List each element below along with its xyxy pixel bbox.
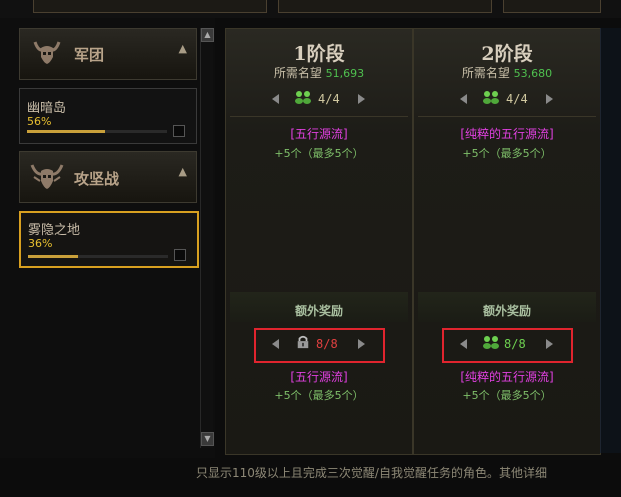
prev-arrow-icon[interactable] xyxy=(272,94,279,104)
highlight-box xyxy=(442,328,573,363)
required-fame: 所需名望 51,693 xyxy=(226,64,412,81)
group-title: 军团 xyxy=(74,46,105,64)
collapse-caret-icon[interactable]: ▲ xyxy=(179,165,187,178)
top-cell xyxy=(503,0,601,13)
required-fame: 所需名望 53,680 xyxy=(414,64,600,81)
progress-fill xyxy=(28,255,79,258)
top-cell xyxy=(33,0,267,13)
collapse-caret-icon[interactable]: ▲ xyxy=(179,42,187,55)
stage-title: 1阶段 xyxy=(293,43,345,65)
dungeon-name: 幽暗岛 xyxy=(27,101,67,116)
required-fame-label: 所需名望 xyxy=(273,66,322,80)
required-fame-value: 53,680 xyxy=(513,67,553,80)
party-count: 4/4 xyxy=(506,92,528,106)
extra-reward-name: [纯粹的五行源流] xyxy=(460,370,554,384)
dungeon-item-selected[interactable]: 雾隐之地 36% xyxy=(19,211,199,268)
extra-reward-label: 额外奖励 xyxy=(482,304,531,318)
required-fame-value: 51,693 xyxy=(325,67,365,80)
next-arrow-icon[interactable] xyxy=(546,94,553,104)
top-strip xyxy=(0,0,621,18)
next-arrow-icon[interactable] xyxy=(358,94,365,104)
horned-skull-icon xyxy=(33,41,61,64)
progress-percent: 56% xyxy=(27,115,52,128)
reward-name: [纯粹的五行源流] xyxy=(460,127,554,141)
dungeon-list-panel: 军团 ▲ 幽暗岛 56% 攻坚战 ▲ 雾隐之地 36% xyxy=(0,18,215,458)
list-scrollbar[interactable]: ▲ ▼ xyxy=(200,28,214,448)
footer: 只显示110级以上且完成三次觉醒/自我觉醒任务的角色。其他详细 xyxy=(0,463,621,497)
select-checkbox[interactable] xyxy=(174,249,186,261)
select-checkbox[interactable] xyxy=(173,125,185,137)
progress-percent: 36% xyxy=(28,237,53,250)
required-fame-label: 所需名望 xyxy=(461,66,510,80)
reward-quantity: +5个（最多5个） xyxy=(462,147,552,160)
winged-skull-icon xyxy=(30,164,64,189)
group-title: 攻坚战 xyxy=(74,170,120,188)
extra-reward-quantity: +5个（最多5个） xyxy=(274,389,364,402)
progress-fill xyxy=(27,130,106,133)
highlight-box xyxy=(254,328,385,363)
prev-arrow-icon[interactable] xyxy=(460,94,467,104)
map-preview-edge xyxy=(600,28,621,453)
party-count-pager: 4/4 xyxy=(460,89,556,111)
top-cell xyxy=(278,0,492,13)
divider xyxy=(230,116,408,117)
reward-quantity: +5个（最多5个） xyxy=(274,147,364,160)
party-members-icon xyxy=(483,91,499,104)
divider xyxy=(418,116,596,117)
party-count: 4/4 xyxy=(318,92,340,106)
dungeon-item[interactable]: 幽暗岛 56% xyxy=(19,88,197,144)
dungeon-name: 雾隐之地 xyxy=(28,223,81,238)
group-header-siege[interactable]: 攻坚战 ▲ xyxy=(19,151,197,203)
party-members-icon xyxy=(295,91,311,104)
stage-column: 2阶段 所需名望 53,680 4/4 [纯粹的五行源流] +5个（最多5个） … xyxy=(413,28,601,455)
extra-reward-label: 额外奖励 xyxy=(294,304,343,318)
stage-column: 1阶段 所需名望 51,693 4/4 [五行源流] +5个（最多5个） 额外奖… xyxy=(225,28,413,455)
progress-bar xyxy=(28,255,168,258)
reward-name: [五行源流] xyxy=(290,127,348,141)
stage-title: 2阶段 xyxy=(481,43,533,65)
party-count-pager: 4/4 xyxy=(272,89,368,111)
group-header-legion[interactable]: 军团 ▲ xyxy=(19,28,197,80)
scroll-down-button[interactable]: ▼ xyxy=(201,432,214,446)
extra-reward-name: [五行源流] xyxy=(290,370,348,384)
footer-notice: 只显示110级以上且完成三次觉醒/自我觉醒任务的角色。其他详细 xyxy=(196,466,547,480)
progress-bar xyxy=(27,130,167,133)
scroll-up-button[interactable]: ▲ xyxy=(201,28,214,42)
extra-reward-quantity: +5个（最多5个） xyxy=(462,389,552,402)
